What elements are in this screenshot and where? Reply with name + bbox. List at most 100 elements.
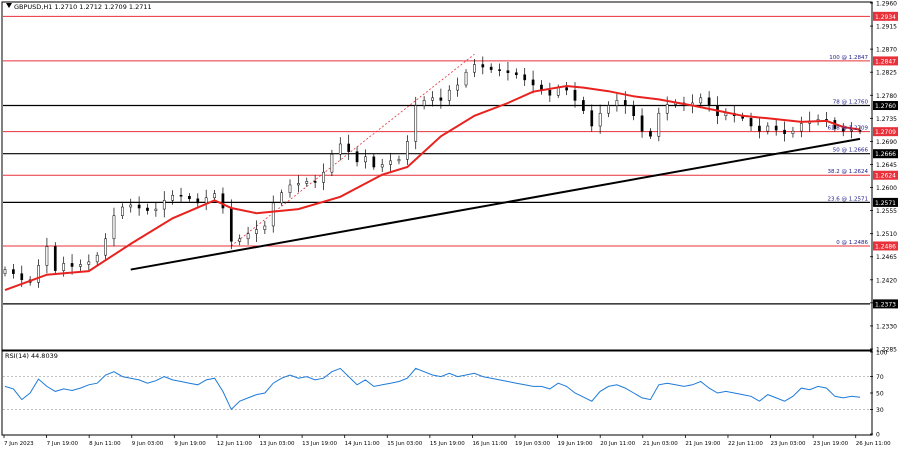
price-tick-label: 1.2420 [876, 277, 897, 284]
candle-body [565, 87, 568, 91]
rsi-tick-label: 30 [876, 407, 884, 414]
candle-body [213, 193, 216, 199]
candle-body [590, 110, 594, 127]
candle-body [288, 184, 292, 193]
rsi-plot-area [1, 350, 873, 436]
rsi-axis: 100 70 50 30 0 [870, 350, 888, 439]
level-price-label: 1.2666 [875, 151, 896, 158]
candle-body [699, 97, 703, 104]
chart-window: 100 @ 1.2847 78 @ 1.2760 61.8 @ 1.2709 50 @… [0, 0, 900, 450]
candle-body [129, 204, 133, 208]
candle-body [389, 160, 392, 165]
rsi-tick-label: 0 [876, 432, 880, 439]
price-tick-label: 1.2690 [876, 139, 897, 146]
candle-body [665, 104, 669, 114]
candle-body [707, 97, 711, 106]
candle-body [322, 171, 325, 183]
rsi-tick-label: 70 [876, 374, 884, 381]
rsi-title: RSI(14) 44.8039 [5, 352, 58, 360]
candle-body [313, 181, 317, 183]
candle-body [280, 192, 283, 204]
time-tick-label: 13 Jun 03:00 [260, 441, 295, 447]
time-tick-label: 23 Jun 19:00 [813, 441, 848, 447]
candle-body [238, 238, 242, 242]
candle-body [137, 204, 141, 209]
candle-body [112, 215, 116, 240]
level-price-label: 1.2709 [875, 129, 896, 136]
time-tick-label: 8 Jun 11:00 [89, 441, 121, 447]
candle-body [263, 225, 267, 230]
fib-level-label: 50 @ 1.2666 [833, 148, 869, 154]
price-tick-label: 1.2510 [876, 231, 897, 238]
candle-body [531, 79, 535, 86]
candle-body [104, 238, 107, 256]
fib-level-label: 23.6 @ 1.2571 [828, 196, 869, 202]
candle-body [791, 130, 795, 134]
candle-body [439, 97, 443, 101]
time-tick-label: 15 Jun 19:00 [430, 441, 465, 447]
level-price-label: 1.2373 [875, 301, 896, 308]
price-tick-label: 1.2915 [876, 24, 897, 31]
price-axis: 1.2960 1.2915 1.2870 1.2825 1.2780 1.2735 1.26… [870, 1, 898, 354]
candle-body [255, 229, 258, 234]
candle-body [523, 74, 527, 81]
fib-level-label: 0 @ 1.2486 [836, 240, 868, 246]
time-axis: 7 Jun 2023 7 Jun 19:00 8 Jun 11:00 9 Jun 03… [3, 435, 891, 447]
time-tick-label: 7 Jun 2023 [4, 441, 34, 447]
time-tick-label: 26 Jun 11:00 [856, 441, 891, 447]
time-tick-label: 13 Jun 19:00 [302, 441, 337, 447]
candle-body [774, 125, 778, 131]
candle-body [204, 197, 208, 204]
candle-body [506, 70, 510, 73]
candle-body [154, 208, 158, 211]
fib-level-label: 38.2 @ 1.2624 [828, 169, 869, 175]
level-price-label: 1.2571 [875, 200, 896, 207]
price-tick-label: 1.2735 [876, 116, 897, 123]
candle-body [188, 195, 191, 200]
candle-body [297, 183, 300, 186]
candle-body [598, 112, 602, 127]
level-price-label: 1.2934 [875, 14, 896, 21]
level-price-label: 1.2760 [875, 103, 896, 110]
candle-body [615, 100, 619, 106]
candle-body [799, 123, 803, 132]
candle-body [514, 72, 518, 76]
time-tick-label: 16 Jun 11:00 [472, 441, 507, 447]
candle-body [246, 233, 250, 240]
candle-body [573, 89, 577, 101]
candle-body [372, 156, 376, 168]
candle-body [640, 115, 644, 132]
time-tick-label: 23 Jun 03:00 [771, 441, 806, 447]
candle-body [221, 193, 225, 209]
candle-body [364, 156, 367, 163]
candle-body [758, 125, 761, 132]
candle-body [37, 265, 40, 283]
candle-body [380, 164, 384, 168]
fib-level-label: 78 @ 1.2760 [833, 100, 869, 106]
level-price-label: 1.2847 [875, 58, 896, 65]
candle-body [196, 198, 200, 204]
candle-body [12, 269, 15, 274]
candle-body [766, 125, 770, 132]
price-tick-label: 1.2870 [876, 47, 897, 54]
time-tick-label: 12 Jun 11:00 [217, 441, 252, 447]
candle-body [87, 261, 91, 265]
candle-body [447, 89, 451, 101]
candle-body [62, 263, 66, 271]
candle-body [347, 143, 351, 152]
candle-body [649, 130, 652, 137]
candle-body [79, 264, 82, 267]
candle-body [582, 100, 585, 111]
time-tick-label: 7 Jun 19:00 [47, 441, 79, 447]
candle-body [489, 66, 493, 70]
time-tick-label: 15 Jun 03:00 [387, 441, 422, 447]
price-tick-label: 1.2555 [876, 208, 897, 215]
price-tick-label: 1.2960 [876, 1, 897, 8]
chart-canvas: 100 @ 1.2847 78 @ 1.2760 61.8 @ 1.2709 50 @… [1, 1, 898, 447]
time-tick-label: 19 Jun 03:00 [515, 441, 550, 447]
candle-body [229, 207, 233, 242]
rsi-tick-label: 100 [876, 350, 888, 357]
price-tick-label: 1.2825 [876, 70, 897, 77]
candle-body [749, 118, 753, 127]
time-tick-label: 21 Jun 03:00 [643, 441, 678, 447]
